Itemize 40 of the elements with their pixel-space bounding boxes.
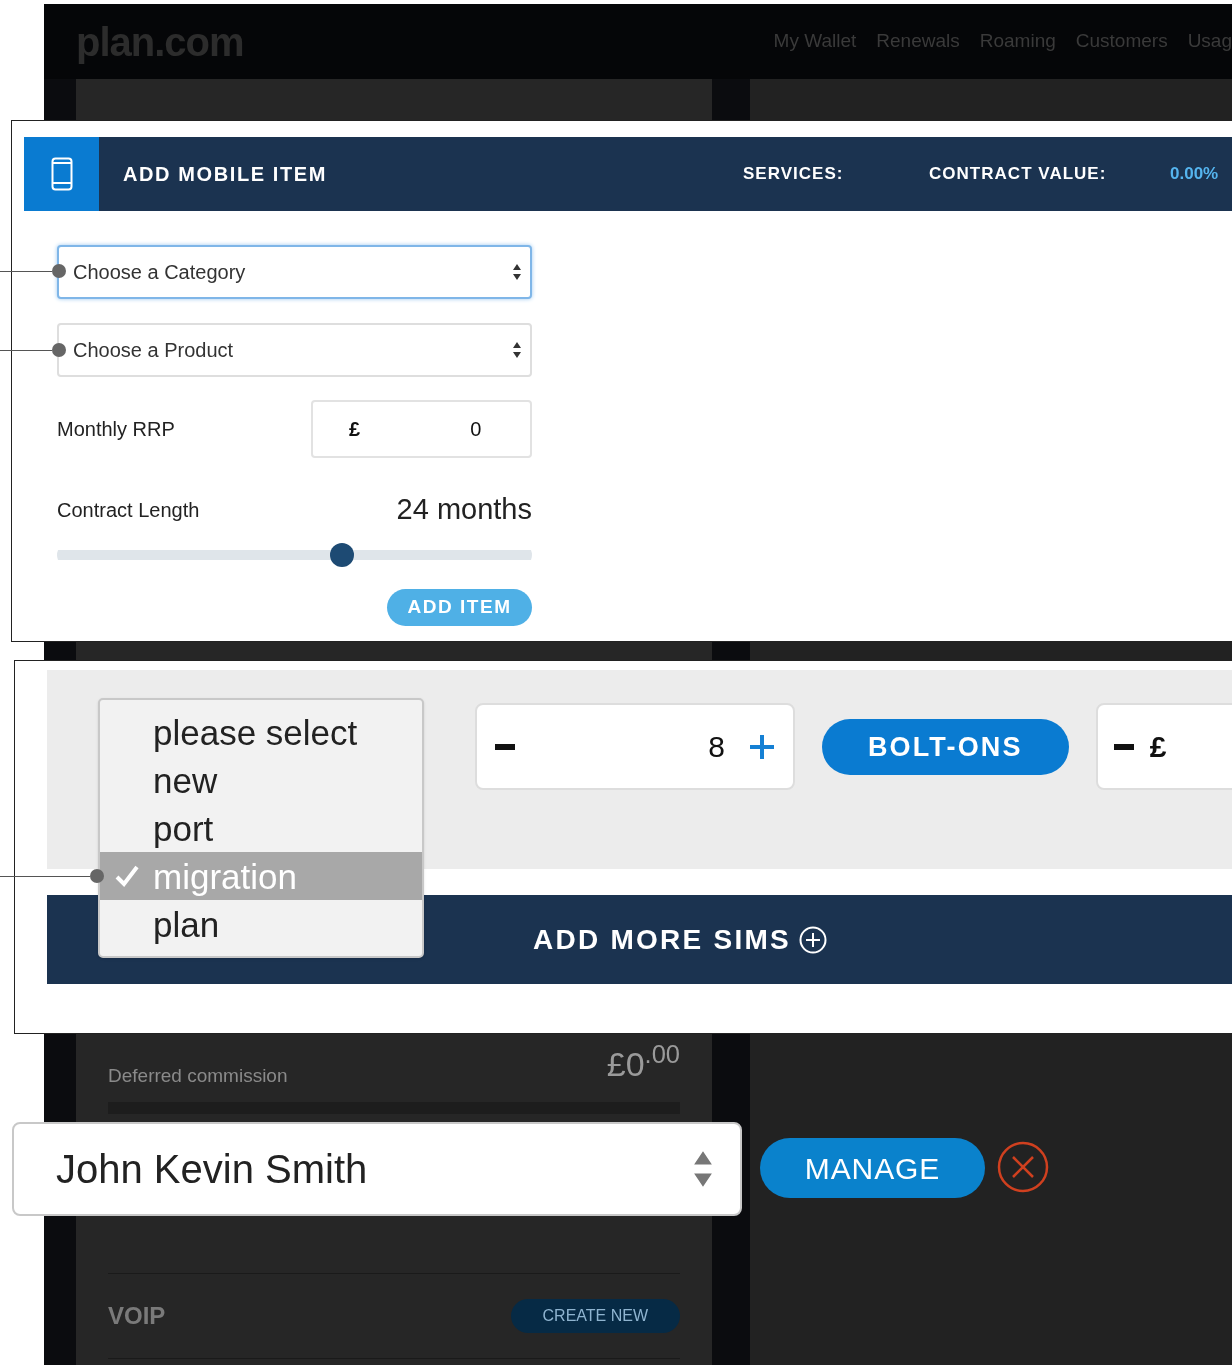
manage-button[interactable]: MANAGE — [760, 1138, 985, 1198]
plus-circle-icon — [798, 925, 827, 954]
quantity-value: 8 — [707, 729, 726, 765]
section-title: VOIP — [108, 1301, 166, 1331]
leader-line — [0, 343, 66, 357]
row-label: Deferred commission — [108, 1063, 288, 1088]
select-field[interactable]: Choose a Product — [57, 323, 532, 377]
field-label: Contract Length — [57, 497, 200, 523]
close-icon[interactable] — [997, 1141, 1049, 1193]
contract-value-label: CONTRACT VALUE: — [929, 163, 1108, 186]
list-option[interactable]: new — [100, 756, 422, 804]
field-label: Monthly RRP — [57, 417, 175, 442]
sort-arrows-icon — [512, 341, 522, 359]
row-amount: £0$^{.00}$ — [606, 1039, 680, 1085]
customer-select[interactable]: John Kevin Smith — [12, 1122, 742, 1216]
services-label: SERVICES: — [743, 163, 845, 186]
select-field[interactable]: Choose a Category — [57, 245, 532, 299]
bolt-ons-button[interactable]: BOLT-ONS — [821, 719, 1069, 775]
panel-title: ADD MOBILE ITEM — [123, 162, 328, 187]
sort-arrows-icon — [512, 263, 522, 281]
mobile-phone-icon — [50, 157, 73, 191]
price-value: 0 — [470, 417, 482, 442]
minus-icon[interactable] — [1113, 743, 1134, 750]
list-option[interactable]: port — [100, 804, 422, 852]
contract-length-value: 24 months — [396, 492, 532, 527]
connection-type-list[interactable]: please select new port migration plan — [98, 698, 424, 958]
currency-symbol: £ — [349, 417, 361, 442]
leader-line — [0, 264, 66, 278]
currency-symbol: £ — [1149, 729, 1167, 765]
list-option[interactable]: please select — [100, 708, 422, 756]
check-icon — [114, 865, 139, 887]
create-new-button[interactable]: CREATE NEW — [510, 1299, 680, 1333]
price-stepper[interactable]: £ — [1095, 703, 1232, 790]
quantity-stepper[interactable]: 8 — [475, 703, 795, 790]
minus-icon[interactable] — [495, 743, 515, 750]
plus-icon[interactable] — [748, 733, 775, 760]
contract-value: 0.00% — [1170, 163, 1219, 186]
price-input[interactable]: £ 0 — [311, 400, 532, 458]
slider-thumb[interactable] — [330, 542, 354, 567]
list-option[interactable]: plan — [100, 900, 422, 948]
